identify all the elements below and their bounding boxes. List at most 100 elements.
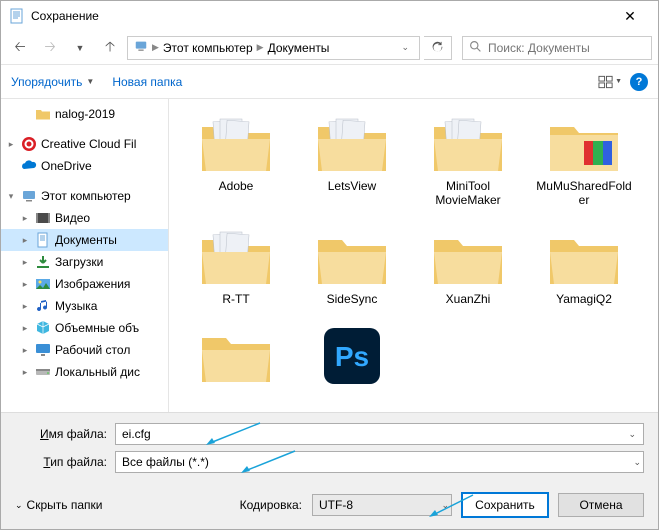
folder-icon — [428, 226, 508, 290]
chevron-down-icon: ▼ — [86, 77, 94, 86]
body: nalog-2019 ▸ Creative Cloud Fil OneDrive ▾ Эт… — [1, 99, 658, 412]
back-button[interactable]: 🡠 — [7, 35, 33, 61]
refresh-button[interactable] — [424, 36, 452, 60]
tree-caret-icon[interactable]: ▸ — [19, 367, 31, 378]
sidebar-item-label: Локальный дис — [55, 365, 140, 379]
sidebar-item-label: Этот компьютер — [41, 189, 131, 203]
sidebar-item-nalog-2019[interactable]: nalog-2019 — [1, 103, 168, 125]
pc-icon — [134, 39, 148, 56]
hide-folders-toggle[interactable]: ⌄ Скрыть папки — [15, 498, 102, 512]
folder-item-SideSync[interactable]: SideSync — [299, 222, 405, 310]
sidebar-item-Музыка[interactable]: ▸ Музыка — [1, 295, 168, 317]
sidebar-item-label: Объемные объ — [55, 321, 139, 335]
folder-label: SideSync — [327, 292, 378, 306]
sidebar-item-Загрузки[interactable]: ▸ Загрузки — [1, 251, 168, 273]
hide-folders-label: Скрыть папки — [27, 498, 103, 512]
folder-item-R-TT[interactable]: R-TT — [183, 222, 289, 310]
disk-icon — [35, 364, 51, 380]
encoding-combo[interactable]: UTF-8 ⌄ — [312, 494, 452, 516]
folder-item-MuMuSharedFolder[interactable]: MuMuSharedFolder — [531, 109, 637, 212]
folder-label: R-TT — [222, 292, 249, 306]
tree-caret-icon[interactable]: ▸ — [19, 279, 31, 290]
pc-icon — [21, 188, 37, 204]
chevron-down-icon: ⌄ — [441, 500, 449, 511]
chevron-right-icon: ▶ — [152, 42, 159, 53]
up-button[interactable]: 🡡 — [97, 35, 123, 61]
folder-item-8[interactable] — [183, 320, 289, 394]
chevron-down-icon: ▼ — [615, 78, 622, 85]
nav-bar: 🡠 🡢 ▼ 🡡 ▶ Этот компьютер ▶ Документы ⌄ — [1, 31, 658, 65]
tree-caret-icon[interactable]: ▸ — [19, 323, 31, 334]
tree-caret-icon[interactable]: ▸ — [19, 301, 31, 312]
sidebar-item-Этот компьютер[interactable]: ▾ Этот компьютер — [1, 185, 168, 207]
forward-button[interactable]: 🡢 — [37, 35, 63, 61]
search-icon — [469, 40, 482, 56]
folder-icon — [312, 113, 392, 177]
desktop-icon — [35, 342, 51, 358]
sidebar-item-Объемные объ[interactable]: ▸ Объемные объ — [1, 317, 168, 339]
help-button[interactable]: ? — [630, 73, 648, 91]
folder-icon — [196, 324, 276, 388]
folder-item-Adobe[interactable]: Adobe — [183, 109, 289, 212]
filetype-value: Все файлы (*.*) — [122, 455, 209, 469]
filetype-combo[interactable]: Все файлы (*.*) ⌄ — [115, 451, 644, 473]
sidebar-item-OneDrive[interactable]: OneDrive — [1, 155, 168, 177]
cancel-button[interactable]: Отмена — [558, 493, 644, 517]
window-title: Сохранение — [31, 9, 610, 23]
sidebar[interactable]: nalog-2019 ▸ Creative Cloud Fil OneDrive ▾ Эт… — [1, 99, 169, 412]
sidebar-item-label: nalog-2019 — [55, 107, 115, 121]
sidebar-item-label: Загрузки — [55, 255, 103, 269]
tree-caret-icon[interactable]: ▸ — [19, 257, 31, 268]
sidebar-item-Рабочий стол[interactable]: ▸ Рабочий стол — [1, 339, 168, 361]
folder-label: Adobe — [219, 179, 254, 193]
sidebar-item-Видео[interactable]: ▸Видео — [1, 207, 168, 229]
breadcrumb-pc[interactable]: Этот компьютер — [163, 41, 253, 55]
tree-caret-icon[interactable]: ▸ — [19, 235, 31, 246]
filename-input[interactable] — [115, 423, 644, 445]
folder-icon — [428, 113, 508, 177]
sidebar-item-label: Изображения — [55, 277, 130, 291]
folder-item-9[interactable]: Ps — [299, 320, 405, 394]
svg-text:Ps: Ps — [335, 341, 369, 372]
chevron-right-icon: ▶ — [257, 42, 264, 53]
save-button[interactable]: Сохранить — [462, 493, 548, 517]
tree-caret-icon[interactable]: ▾ — [5, 191, 17, 202]
sidebar-item-label: Creative Cloud Fil — [41, 137, 136, 151]
breadcrumb-documents[interactable]: Документы — [268, 41, 330, 55]
folder-item-LetsView[interactable]: LetsView — [299, 109, 405, 212]
onedrive-icon — [21, 158, 37, 174]
address-dropdown[interactable]: ⌄ — [397, 42, 413, 53]
new-folder-button[interactable]: Новая папка — [112, 75, 182, 89]
sidebar-item-Creative Cloud Fil[interactable]: ▸ Creative Cloud Fil — [1, 133, 168, 155]
images-icon — [35, 276, 51, 292]
title-bar: Сохранение ✕ — [1, 1, 658, 31]
organize-menu[interactable]: Упорядочить ▼ — [11, 75, 94, 89]
recent-dropdown[interactable]: ▼ — [67, 35, 93, 61]
tree-caret-icon[interactable]: ▸ — [19, 345, 31, 356]
encoding-value: UTF-8 — [319, 498, 353, 512]
folder-item-XuanZhi[interactable]: XuanZhi — [415, 222, 521, 310]
sidebar-item-Локальный дис[interactable]: ▸ Локальный дис — [1, 361, 168, 383]
address-bar[interactable]: ▶ Этот компьютер ▶ Документы ⌄ — [127, 36, 420, 60]
tree-caret-icon[interactable]: ▸ — [19, 213, 31, 224]
content-area[interactable]: Adobe LetsViewMiniTool MovieMakerMuMuShar… — [169, 99, 658, 412]
search-box[interactable] — [462, 36, 652, 60]
close-button[interactable]: ✕ — [610, 8, 650, 25]
sidebar-item-label: Рабочий стол — [55, 343, 130, 357]
app-icon — [9, 8, 25, 24]
sidebar-item-label: Музыка — [55, 299, 97, 313]
folder-label: YamagiQ2 — [556, 292, 612, 306]
filename-label: Имя файла: — [15, 427, 107, 441]
save-fields: Имя файла: ⌄ Тип файла: Все файлы (*.*) … — [1, 412, 658, 485]
encoding-label: Кодировка: — [240, 498, 302, 512]
view-options-button[interactable]: ▼ — [598, 70, 622, 94]
sidebar-item-Документы[interactable]: ▸Документы — [1, 229, 168, 251]
chevron-down-icon: ⌄ — [633, 457, 641, 468]
video-icon — [35, 210, 51, 226]
sidebar-item-Изображения[interactable]: ▸ Изображения — [1, 273, 168, 295]
folder-item-MiniTool MovieMaker[interactable]: MiniTool MovieMaker — [415, 109, 521, 212]
folder-item-YamagiQ2[interactable]: YamagiQ2 — [531, 222, 637, 310]
folder-icon: Ps — [312, 324, 392, 388]
search-input[interactable] — [488, 41, 645, 55]
tree-caret-icon[interactable]: ▸ — [5, 139, 17, 150]
